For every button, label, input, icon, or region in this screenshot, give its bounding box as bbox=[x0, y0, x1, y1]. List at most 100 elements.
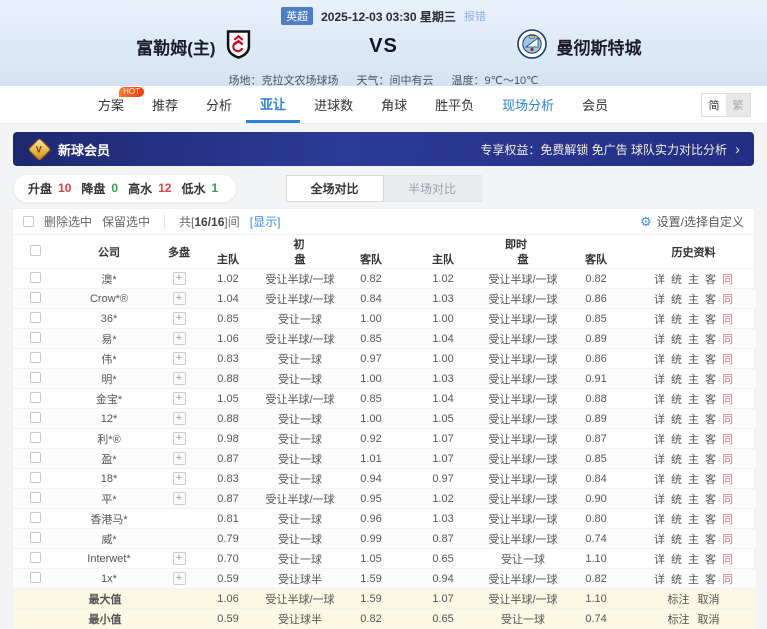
tab-membership[interactable]: 会员 bbox=[568, 86, 622, 123]
lang-traditional-button[interactable]: 繁 bbox=[726, 94, 750, 116]
history-link-detail[interactable]: 详 bbox=[654, 271, 665, 287]
history-link-home[interactable]: 主 bbox=[688, 571, 699, 587]
history-link-stats[interactable]: 统 bbox=[671, 451, 682, 467]
company-cell[interactable]: 澳* bbox=[57, 269, 161, 289]
history-link-detail[interactable]: 详 bbox=[654, 371, 665, 387]
company-cell[interactable]: 香港马* bbox=[57, 509, 161, 529]
history-link-home[interactable]: 主 bbox=[688, 391, 699, 407]
history-link-away[interactable]: 客 bbox=[705, 491, 716, 507]
row-checkbox[interactable] bbox=[30, 452, 41, 463]
history-link-stats[interactable]: 统 bbox=[671, 411, 682, 427]
history-link-detail[interactable]: 详 bbox=[654, 571, 665, 587]
history-link-stats[interactable]: 统 bbox=[671, 511, 682, 527]
history-link-away[interactable]: 客 bbox=[705, 431, 716, 447]
company-cell[interactable]: 1x* bbox=[57, 569, 161, 589]
history-link-same[interactable]: 同 bbox=[722, 411, 733, 427]
history-link-stats[interactable]: 统 bbox=[671, 531, 682, 547]
history-link-same[interactable]: 同 bbox=[722, 531, 733, 547]
row-checkbox[interactable] bbox=[30, 552, 41, 563]
history-link-detail[interactable]: 详 bbox=[654, 551, 665, 567]
history-link-same[interactable]: 同 bbox=[722, 551, 733, 567]
row-checkbox[interactable] bbox=[30, 392, 41, 403]
tab-asian-handicap[interactable]: 亚让 bbox=[246, 86, 300, 123]
multi-expand-button[interactable]: + bbox=[173, 412, 186, 425]
row-checkbox[interactable] bbox=[30, 272, 41, 283]
history-link-stats[interactable]: 统 bbox=[671, 331, 682, 347]
row-checkbox[interactable] bbox=[30, 332, 41, 343]
keep-selected-button[interactable]: 保留选中 bbox=[102, 213, 150, 230]
history-link-home[interactable]: 主 bbox=[688, 451, 699, 467]
multi-expand-button[interactable]: + bbox=[173, 312, 186, 325]
history-link-away[interactable]: 客 bbox=[705, 451, 716, 467]
history-link-away[interactable]: 客 bbox=[705, 471, 716, 487]
company-cell[interactable]: Crow*® bbox=[57, 289, 161, 309]
history-link-away[interactable]: 客 bbox=[705, 391, 716, 407]
history-link-detail[interactable]: 详 bbox=[654, 531, 665, 547]
history-link-detail[interactable]: 详 bbox=[654, 331, 665, 347]
multi-expand-button[interactable]: + bbox=[173, 352, 186, 365]
history-link-detail[interactable]: 详 bbox=[654, 431, 665, 447]
row-checkbox[interactable] bbox=[30, 532, 41, 543]
history-link-same[interactable]: 同 bbox=[722, 331, 733, 347]
company-cell[interactable]: 18* bbox=[57, 469, 161, 489]
history-link-home[interactable]: 主 bbox=[688, 311, 699, 327]
history-link-away[interactable]: 客 bbox=[705, 531, 716, 547]
history-link-same[interactable]: 同 bbox=[722, 571, 733, 587]
cancel-link[interactable]: 取消 bbox=[698, 611, 720, 627]
history-link-same[interactable]: 同 bbox=[722, 351, 733, 367]
multi-expand-button[interactable]: + bbox=[173, 572, 186, 585]
history-link-same[interactable]: 同 bbox=[722, 471, 733, 487]
history-link-stats[interactable]: 统 bbox=[671, 571, 682, 587]
history-link-detail[interactable]: 详 bbox=[654, 511, 665, 527]
history-link-stats[interactable]: 统 bbox=[671, 431, 682, 447]
row-checkbox[interactable] bbox=[30, 352, 41, 363]
row-checkbox[interactable] bbox=[30, 432, 41, 443]
company-cell[interactable]: 36* bbox=[57, 309, 161, 329]
history-link-stats[interactable]: 统 bbox=[671, 351, 682, 367]
cancel-link[interactable]: 取消 bbox=[698, 591, 720, 607]
vip-banner[interactable]: V 新球会员 专享权益：免费解锁 免广告 球队实力对比分析 › bbox=[13, 132, 754, 166]
history-link-detail[interactable]: 详 bbox=[654, 351, 665, 367]
history-link-away[interactable]: 客 bbox=[705, 371, 716, 387]
history-link-away[interactable]: 客 bbox=[705, 291, 716, 307]
tab-plans[interactable]: 方案 HOT bbox=[84, 86, 138, 123]
row-checkbox[interactable] bbox=[30, 312, 41, 323]
multi-expand-button[interactable]: + bbox=[173, 472, 186, 485]
history-link-home[interactable]: 主 bbox=[688, 271, 699, 287]
settings-button[interactable]: ⚙ 设置/选择自定义 bbox=[640, 213, 744, 230]
history-link-stats[interactable]: 统 bbox=[671, 491, 682, 507]
mark-link[interactable]: 标注 bbox=[668, 591, 690, 607]
company-cell[interactable]: 利*® bbox=[57, 429, 161, 449]
mark-link[interactable]: 标注 bbox=[668, 611, 690, 627]
full-match-tab[interactable]: 全场对比 bbox=[286, 175, 384, 202]
company-cell[interactable]: 12* bbox=[57, 409, 161, 429]
history-link-same[interactable]: 同 bbox=[722, 291, 733, 307]
history-link-home[interactable]: 主 bbox=[688, 471, 699, 487]
history-link-home[interactable]: 主 bbox=[688, 371, 699, 387]
history-link-stats[interactable]: 统 bbox=[671, 311, 682, 327]
row-checkbox[interactable] bbox=[30, 412, 41, 423]
multi-expand-button[interactable]: + bbox=[173, 492, 186, 505]
lang-simplified-button[interactable]: 简 bbox=[702, 94, 726, 116]
tab-recommend[interactable]: 推荐 bbox=[138, 86, 192, 123]
show-link[interactable]: [显示] bbox=[250, 213, 281, 230]
history-link-detail[interactable]: 详 bbox=[654, 451, 665, 467]
history-link-stats[interactable]: 统 bbox=[671, 391, 682, 407]
history-link-home[interactable]: 主 bbox=[688, 351, 699, 367]
history-link-stats[interactable]: 统 bbox=[671, 471, 682, 487]
company-cell[interactable]: 盈* bbox=[57, 449, 161, 469]
history-link-detail[interactable]: 详 bbox=[654, 291, 665, 307]
multi-expand-button[interactable]: + bbox=[173, 292, 186, 305]
history-link-detail[interactable]: 详 bbox=[654, 471, 665, 487]
company-cell[interactable]: 伟* bbox=[57, 349, 161, 369]
history-link-detail[interactable]: 详 bbox=[654, 491, 665, 507]
history-link-same[interactable]: 同 bbox=[722, 311, 733, 327]
history-link-same[interactable]: 同 bbox=[722, 391, 733, 407]
company-cell[interactable]: 金宝* bbox=[57, 389, 161, 409]
history-link-away[interactable]: 客 bbox=[705, 411, 716, 427]
delete-selected-button[interactable]: 删除选中 bbox=[44, 213, 92, 230]
toolbar-checkbox[interactable] bbox=[23, 216, 34, 227]
multi-expand-button[interactable]: + bbox=[173, 272, 186, 285]
history-link-home[interactable]: 主 bbox=[688, 291, 699, 307]
history-link-away[interactable]: 客 bbox=[705, 331, 716, 347]
